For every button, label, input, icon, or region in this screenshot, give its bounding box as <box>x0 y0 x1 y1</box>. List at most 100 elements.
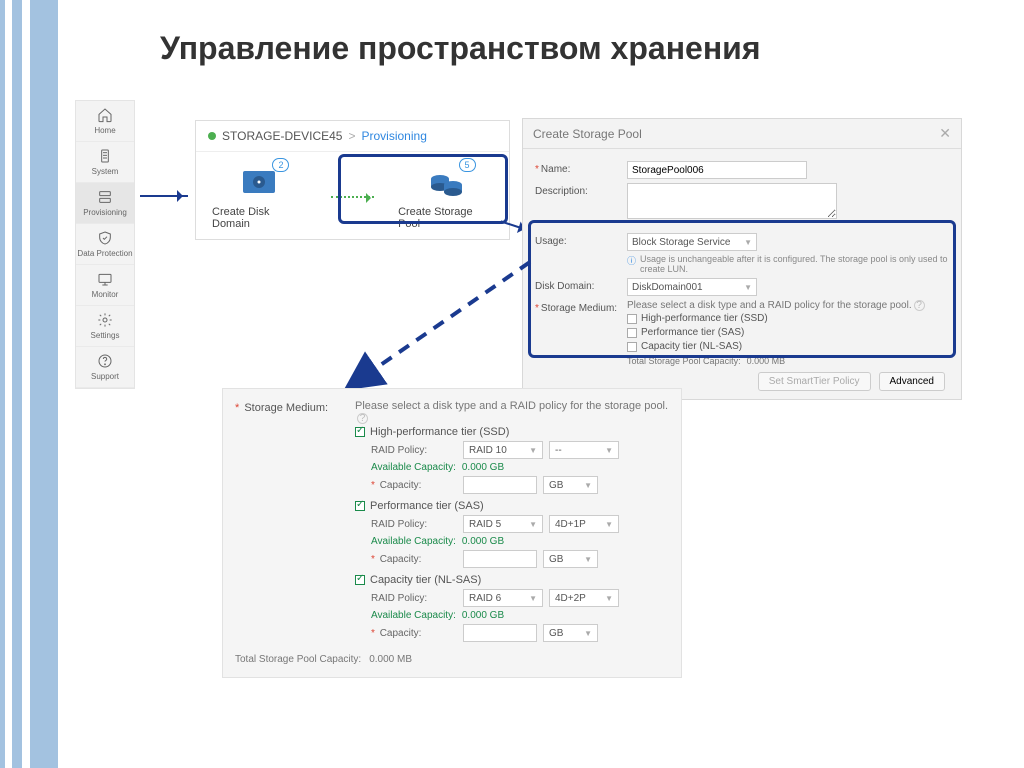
breadcrumb-device[interactable]: STORAGE-DEVICE45 <box>222 129 342 143</box>
total-capacity-value: 0.000 MB <box>369 654 412 665</box>
decorative-stripe <box>30 0 58 768</box>
tier-sas-checkbox[interactable]: Performance tier (SAS) <box>627 327 925 338</box>
chevron-down-icon: ▼ <box>584 481 592 490</box>
capacity-unit-select[interactable]: GB▼ <box>543 476 598 494</box>
sidebar-item-support[interactable]: Support <box>76 347 134 388</box>
raid-policy-select[interactable]: RAID 5▼ <box>463 515 543 533</box>
total-capacity-label: Total Storage Pool Capacity: <box>235 654 361 665</box>
shield-icon <box>97 230 113 246</box>
system-icon <box>97 148 113 164</box>
flow-arrow-icon <box>331 196 374 198</box>
tile-label: Create Disk Domain <box>212 206 307 230</box>
advanced-button[interactable]: Advanced <box>879 372 945 391</box>
badge: 5 <box>459 158 476 172</box>
sidebar-label: Provisioning <box>83 208 127 217</box>
chevron-down-icon: ▼ <box>605 594 613 603</box>
help-icon[interactable]: ? <box>914 300 925 311</box>
raid-layout-select[interactable]: --▼ <box>549 441 619 459</box>
chevron-down-icon: ▼ <box>584 555 592 564</box>
name-input[interactable] <box>627 161 807 179</box>
description-input[interactable] <box>627 183 837 219</box>
raid-policy-label: RAID Policy: <box>371 519 457 530</box>
total-capacity-label: Total Storage Pool Capacity: <box>627 356 741 366</box>
chevron-down-icon: ▼ <box>605 446 613 455</box>
sidebar-item-provisioning[interactable]: Provisioning <box>76 183 134 224</box>
raid-policy-select[interactable]: RAID 10▼ <box>463 441 543 459</box>
chevron-down-icon: ▼ <box>529 446 537 455</box>
create-storage-pool-dialog: Create Storage Pool ✕ *Name: Description… <box>522 118 962 400</box>
name-label: Name: <box>541 164 570 175</box>
available-capacity-value: 0.000 GB <box>462 462 504 473</box>
medium-instruction: Please select a disk type and a RAID pol… <box>355 400 668 412</box>
available-capacity-value: 0.000 GB <box>462 536 504 547</box>
raid-policy-label: RAID Policy: <box>371 593 457 604</box>
create-storage-pool-tile[interactable]: 5 Create Storage Pool <box>398 164 493 230</box>
sidebar-label: Monitor <box>92 290 119 299</box>
capacity-input[interactable] <box>463 550 537 568</box>
info-icon: ⓘ <box>627 254 636 274</box>
storage-medium-detail-panel: * Storage Medium: Please select a disk t… <box>222 388 682 678</box>
sidebar-label: Home <box>94 126 115 135</box>
storage-medium-label: Storage Medium: <box>541 303 617 314</box>
tier-nlsas-checkbox[interactable]: Capacity tier (NL-SAS) <box>355 574 669 586</box>
provisioning-icon <box>97 189 113 205</box>
help-icon[interactable]: ? <box>357 413 368 424</box>
dialog-titlebar: Create Storage Pool ✕ <box>523 119 961 149</box>
status-dot-icon <box>208 132 216 140</box>
monitor-icon <box>97 271 113 287</box>
disk-domain-icon: 2 <box>237 164 281 200</box>
set-smarttier-button[interactable]: Set SmartTier Policy <box>758 372 871 391</box>
tier-ssd-checkbox[interactable]: High-performance tier (SSD) <box>627 313 925 324</box>
dialog-title: Create Storage Pool <box>533 127 642 141</box>
provisioning-panel: STORAGE-DEVICE45 > Provisioning 2 Create… <box>195 120 510 240</box>
sidebar-item-system[interactable]: System <box>76 142 134 183</box>
usage-select[interactable]: Block Storage Service▼ <box>627 233 757 251</box>
sidebar-label: Support <box>91 372 119 381</box>
close-icon[interactable]: ✕ <box>939 125 951 142</box>
create-disk-domain-tile[interactable]: 2 Create Disk Domain <box>212 164 307 230</box>
capacity-label: Capacity: <box>380 554 422 565</box>
sidebar-item-monitor[interactable]: Monitor <box>76 265 134 306</box>
capacity-input[interactable] <box>463 624 537 642</box>
dashed-arrow-annotation <box>340 256 520 396</box>
available-capacity-label: Available Capacity: <box>371 462 456 473</box>
description-label: Description: <box>535 186 588 197</box>
disk-domain-label: Disk Domain: <box>535 281 594 292</box>
raid-policy-select[interactable]: RAID 6▼ <box>463 589 543 607</box>
breadcrumb: STORAGE-DEVICE45 > Provisioning <box>196 121 509 152</box>
disk-domain-select[interactable]: DiskDomain001▼ <box>627 278 757 296</box>
raid-policy-label: RAID Policy: <box>371 445 457 456</box>
sidebar: Home System Provisioning Data Protection… <box>75 100 135 389</box>
tier-sas-checkbox[interactable]: Performance tier (SAS) <box>355 500 669 512</box>
breadcrumb-separator: > <box>348 129 355 143</box>
arrow-annotation <box>140 195 188 197</box>
sidebar-label: Data Protection <box>77 249 132 258</box>
chevron-down-icon: ▼ <box>584 629 592 638</box>
chevron-down-icon: ▼ <box>744 283 752 292</box>
medium-instruction: Please select a disk type and a RAID pol… <box>627 300 912 311</box>
capacity-input[interactable] <box>463 476 537 494</box>
usage-label: Usage: <box>535 236 567 247</box>
tier-nlsas-checkbox[interactable]: Capacity tier (NL-SAS) <box>627 341 925 352</box>
raid-layout-select[interactable]: 4D+1P▼ <box>549 515 619 533</box>
raid-layout-select[interactable]: 4D+2P▼ <box>549 589 619 607</box>
available-capacity-label: Available Capacity: <box>371 536 456 547</box>
capacity-unit-select[interactable]: GB▼ <box>543 550 598 568</box>
storage-medium-label: Storage Medium: <box>244 402 328 414</box>
available-capacity-label: Available Capacity: <box>371 610 456 621</box>
usage-note: Usage is unchangeable after it is config… <box>640 254 949 274</box>
chevron-down-icon: ▼ <box>529 520 537 529</box>
chevron-down-icon: ▼ <box>529 594 537 603</box>
sidebar-item-home[interactable]: Home <box>76 101 134 142</box>
total-capacity-value: 0.000 MB <box>747 356 786 366</box>
capacity-unit-select[interactable]: GB▼ <box>543 624 598 642</box>
storage-pool-icon: 5 <box>424 164 468 200</box>
sidebar-item-settings[interactable]: Settings <box>76 306 134 347</box>
tier-ssd-checkbox[interactable]: High-performance tier (SSD) <box>355 426 669 438</box>
breadcrumb-page[interactable]: Provisioning <box>362 129 427 143</box>
chevron-down-icon: ▼ <box>605 520 613 529</box>
sidebar-item-data-protection[interactable]: Data Protection <box>76 224 134 265</box>
decorative-stripe <box>0 0 5 768</box>
home-icon <box>97 107 113 123</box>
capacity-label: Capacity: <box>380 628 422 639</box>
